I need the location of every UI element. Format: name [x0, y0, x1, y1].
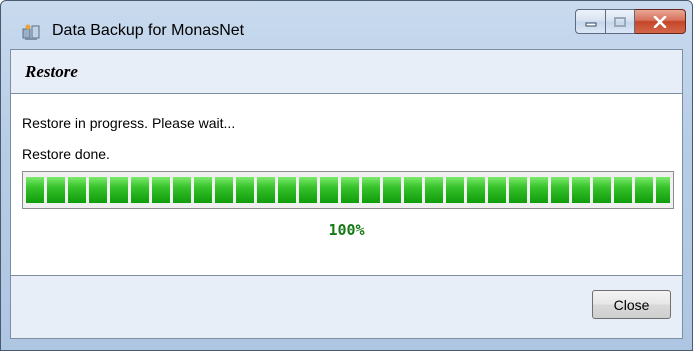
- progress-segment: [278, 177, 296, 203]
- progress-segment: [572, 177, 590, 203]
- progress-segment: [635, 177, 653, 203]
- progress-segment: [47, 177, 65, 203]
- progress-segment: [89, 177, 107, 203]
- progress-segment: [509, 177, 527, 203]
- progress-segment: [446, 177, 464, 203]
- close-window-button[interactable]: [635, 9, 686, 34]
- status-done-message: Restore done.: [22, 146, 110, 162]
- progress-segment: [110, 177, 128, 203]
- progress-segment: [257, 177, 275, 203]
- maximize-icon: [614, 16, 626, 27]
- progress-bar: [22, 171, 674, 209]
- close-button[interactable]: Close: [592, 290, 671, 319]
- progress-segment: [593, 177, 611, 203]
- progress-segment: [425, 177, 443, 203]
- window-title: Data Backup for MonasNet: [52, 22, 245, 39]
- progress-segment: [656, 177, 670, 203]
- progress-segment: [26, 177, 44, 203]
- progress-segment: [614, 177, 632, 203]
- backup-app-icon: [22, 24, 40, 40]
- progress-segment: [467, 177, 485, 203]
- progress-segment: [383, 177, 401, 203]
- progress-segment: [236, 177, 254, 203]
- progress-segment: [362, 177, 380, 203]
- progress-segment: [173, 177, 191, 203]
- dialog-client-area: Restore Restore in progress. Please wait…: [10, 49, 683, 339]
- progress-segment: [488, 177, 506, 203]
- close-icon: [653, 15, 667, 28]
- progress-percent-label: 100%: [328, 221, 365, 239]
- progress-segment: [551, 177, 569, 203]
- progress-segment: [320, 177, 338, 203]
- progress-segment: [530, 177, 548, 203]
- minimize-button[interactable]: [575, 9, 606, 34]
- status-message: Restore in progress. Please wait...: [22, 115, 236, 131]
- progress-segment: [299, 177, 317, 203]
- progress-segment: [194, 177, 212, 203]
- minimize-icon: [585, 22, 596, 26]
- app-window: Data Backup for MonasNet Restore Restore…: [0, 0, 693, 351]
- progress-segment: [131, 177, 149, 203]
- footer-band: Close: [11, 275, 682, 338]
- progress-fill: [26, 177, 670, 203]
- progress-segment: [68, 177, 86, 203]
- title-bar[interactable]: Data Backup for MonasNet: [1, 1, 692, 49]
- header-band: Restore: [11, 50, 682, 94]
- progress-track: [26, 177, 670, 203]
- progress-segment: [215, 177, 233, 203]
- progress-segment: [152, 177, 170, 203]
- maximize-button[interactable]: [606, 9, 635, 34]
- section-title: Restore: [25, 62, 78, 81]
- caption-buttons: [575, 9, 686, 37]
- progress-segment: [341, 177, 359, 203]
- progress-segment: [404, 177, 422, 203]
